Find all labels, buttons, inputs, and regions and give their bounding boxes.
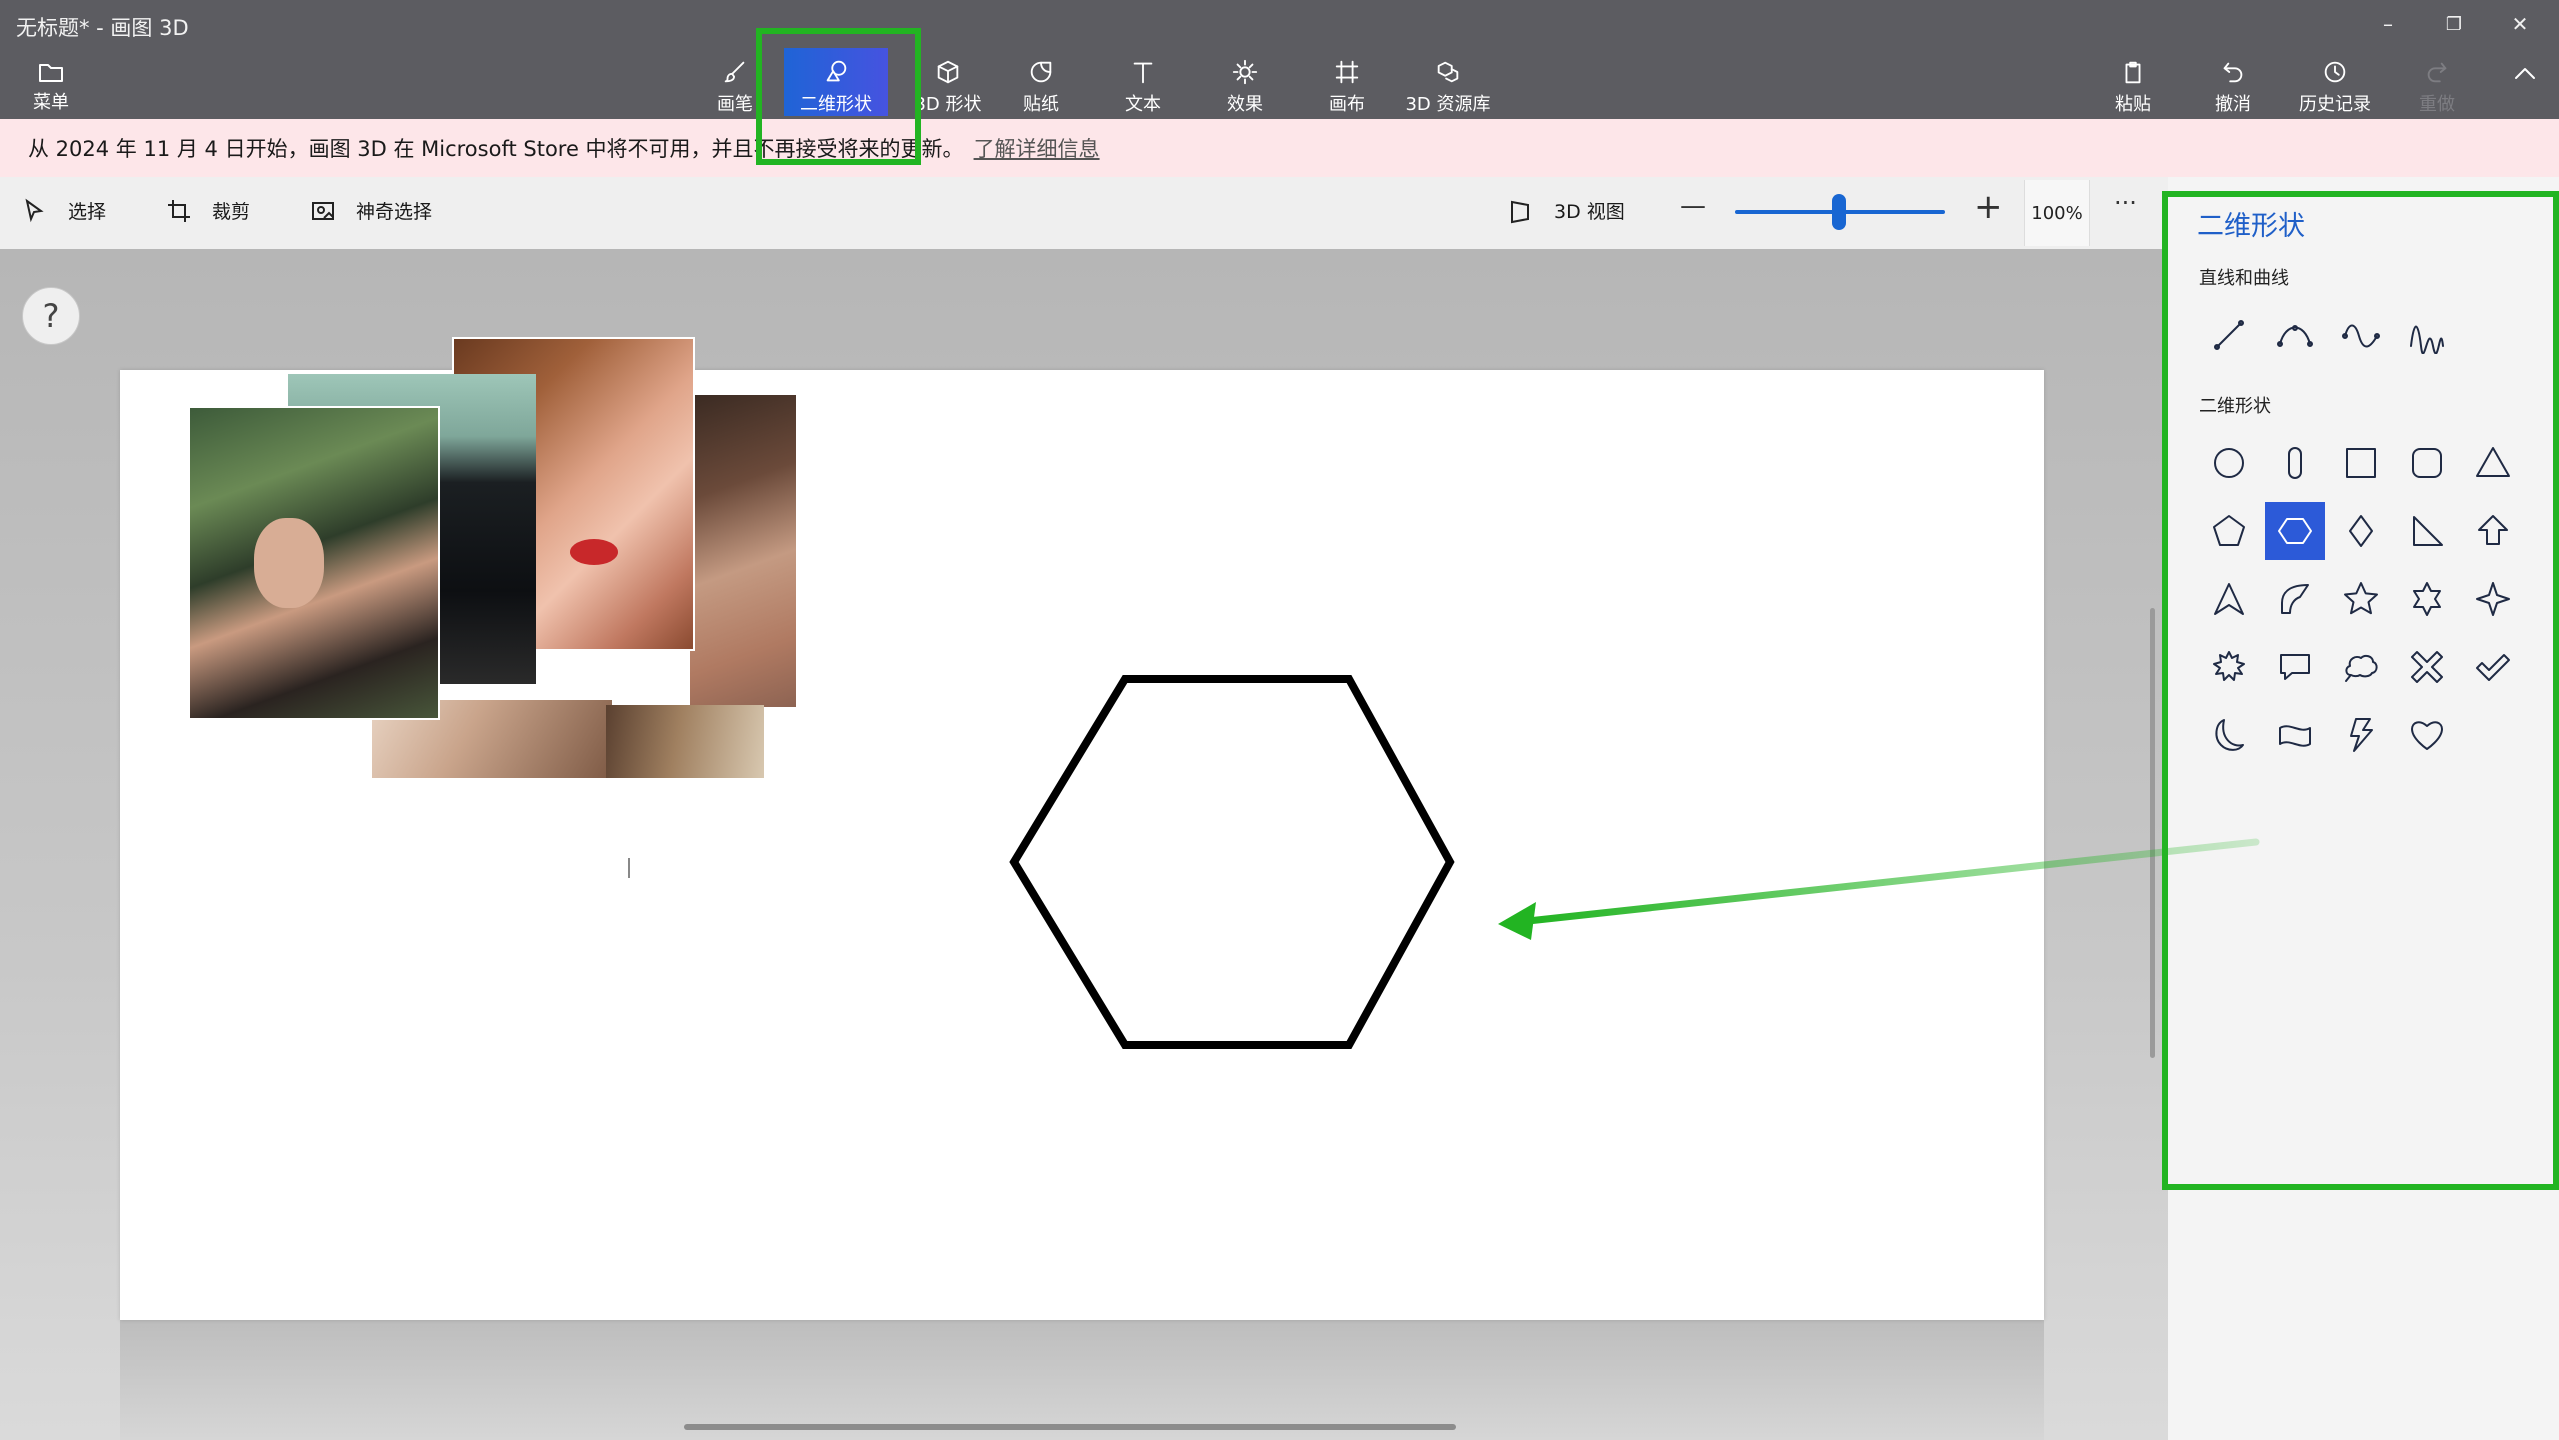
hexagon-shape[interactable] <box>1008 672 1456 1052</box>
zoom-percent-field[interactable]: 100% <box>2024 180 2090 246</box>
redo-icon <box>2427 62 2447 83</box>
3d-view-icon <box>1511 200 1529 223</box>
cursor-arrow-icon <box>25 198 44 222</box>
canvas-toolbar: 选择 裁剪 神奇选择 3D 视图 — + 100% ··· <box>0 177 2168 249</box>
tool-text[interactable]: 文本 <box>1108 48 1178 116</box>
menu-button[interactable]: 菜单 <box>14 54 88 114</box>
portrait-face-detail <box>254 518 324 608</box>
horizontal-scrollbar[interactable] <box>684 1424 1456 1430</box>
magic-select-icon <box>312 201 334 220</box>
history-label: 历史记录 <box>2299 94 2371 115</box>
select-label: 选择 <box>68 201 107 223</box>
portrait-lips-detail <box>570 539 618 565</box>
tool-effects[interactable]: 效果 <box>1210 48 1280 116</box>
close-button[interactable]: ✕ <box>2490 6 2550 42</box>
3d-view-toggle[interactable]: 3D 视图 <box>1508 197 1625 224</box>
paste-label: 粘贴 <box>2115 94 2151 115</box>
collage-photo-cactus-portrait[interactable] <box>188 406 440 720</box>
text-icon <box>1133 62 1153 84</box>
zoom-out-button[interactable]: — <box>1680 191 1706 221</box>
redo-label: 重做 <box>2419 94 2455 115</box>
canvas-icon <box>1335 60 1359 84</box>
menu-label: 菜单 <box>33 92 69 113</box>
canvas-shadow <box>120 1320 2044 1440</box>
tool-label: 3D 形状 <box>914 94 982 115</box>
text-cursor <box>628 858 630 878</box>
tool-label: 效果 <box>1227 94 1263 115</box>
zoom-in-button[interactable]: + <box>1974 187 2003 227</box>
tool-label: 文本 <box>1125 94 1161 115</box>
select-tool[interactable]: 选择 <box>22 197 106 224</box>
chevron-up-icon <box>2515 68 2535 79</box>
3d-library-icon <box>1437 61 1459 83</box>
restore-button[interactable]: ❐ <box>2424 6 2484 42</box>
crop-icon <box>168 199 190 222</box>
paste-button[interactable]: 粘贴 <box>2098 48 2168 116</box>
tool-canvas[interactable]: 画布 <box>1312 48 1382 116</box>
tool-stickers[interactable]: 贴纸 <box>1006 48 1076 116</box>
effects-icon <box>1232 59 1258 85</box>
tool-label: 画笔 <box>717 94 753 115</box>
tool-label: 画布 <box>1329 94 1365 115</box>
more-options-button[interactable]: ··· <box>2114 189 2137 217</box>
crop-tool[interactable]: 裁剪 <box>166 197 250 224</box>
learn-more-link[interactable]: 了解详细信息 <box>974 133 1100 163</box>
help-button[interactable]: ? <box>22 287 80 345</box>
deprecation-notice: 从 2024 年 11 月 4 日开始，画图 3D 在 Microsoft St… <box>0 119 2559 177</box>
tool-3d-library[interactable]: 3D 资源库 <box>1398 48 1498 116</box>
stickers-icon <box>1030 61 1052 83</box>
undo-icon <box>2223 62 2243 83</box>
3d-view-label: 3D 视图 <box>1554 201 1625 223</box>
paste-icon <box>2125 61 2141 84</box>
highlight-2d-shapes-tab <box>756 28 921 165</box>
tool-label: 贴纸 <box>1023 94 1059 115</box>
highlight-shapes-panel <box>2162 191 2559 1190</box>
brush-icon <box>724 61 745 83</box>
collage-photo-right[interactable] <box>690 395 796 707</box>
window-title: 无标题* - 画图 3D <box>16 16 189 40</box>
3d-shapes-icon <box>937 60 959 84</box>
folder-icon <box>39 64 63 82</box>
zoom-slider-thumb[interactable] <box>1832 194 1846 230</box>
history-icon <box>2324 61 2346 83</box>
undo-button[interactable]: 撤消 <box>2198 48 2268 116</box>
magic-select-tool[interactable]: 神奇选择 <box>310 197 432 224</box>
history-button[interactable]: 历史记录 <box>2290 48 2380 116</box>
collage-photo-bottom-right[interactable] <box>606 705 764 778</box>
redo-button[interactable]: 重做 <box>2402 48 2472 116</box>
tool-label: 3D 资源库 <box>1405 94 1491 115</box>
collapse-ribbon-button[interactable] <box>2500 48 2550 116</box>
title-ribbon-bar: 无标题* - 画图 3D – ❐ ✕ 菜单 画笔 二维形状 3D 形状 贴纸 文… <box>0 0 2559 119</box>
crop-label: 裁剪 <box>212 201 251 223</box>
undo-label: 撤消 <box>2215 94 2251 115</box>
magic-select-label: 神奇选择 <box>356 201 433 223</box>
vertical-scrollbar[interactable] <box>2150 608 2155 1058</box>
minimize-button[interactable]: – <box>2358 6 2418 42</box>
